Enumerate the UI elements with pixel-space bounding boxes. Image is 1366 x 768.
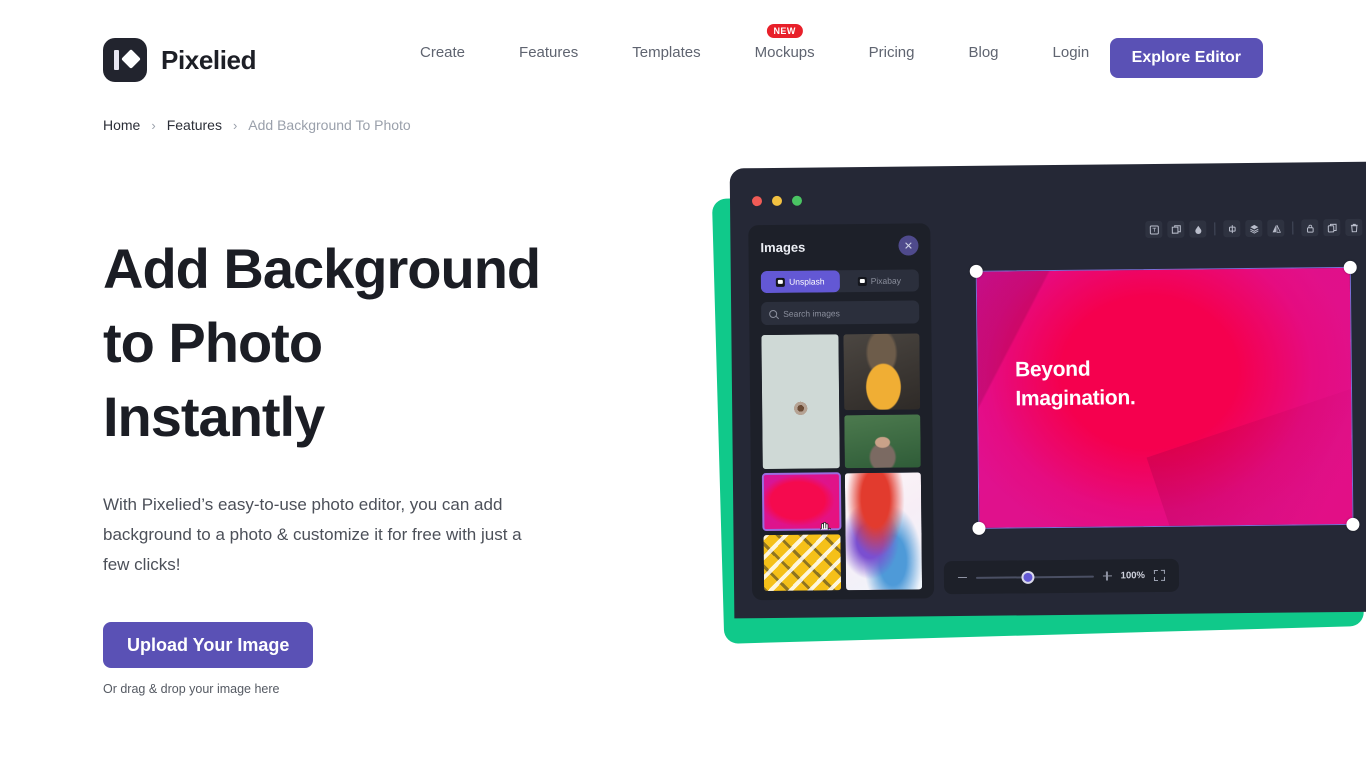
breadcrumb-item-features[interactable]: Features [167, 117, 222, 133]
logo-diamond-shape [121, 49, 141, 69]
yellow-pattern-thumbnail[interactable] [763, 534, 841, 592]
nav-label: Templates [632, 44, 701, 61]
search-input[interactable]: Search images [761, 300, 920, 326]
drag-drop-hint: Or drag & drop your image here [103, 682, 280, 696]
pink-gradient-thumbnail[interactable] [761, 472, 841, 532]
nav-item-login[interactable]: Login [1026, 44, 1117, 61]
site-header: Pixelied Create Features Templates NEW M… [0, 0, 1366, 118]
panel-title: Images [760, 239, 806, 255]
canvas-text-line-1: Beyond [1014, 358, 1091, 382]
tab-unsplash[interactable]: Unsplash [760, 270, 840, 294]
upload-your-image-button[interactable]: Upload Your Image [103, 622, 314, 668]
tab-pixabay[interactable]: Pixabay [840, 269, 919, 292]
nav-label: Mockups [754, 44, 815, 61]
nav-item-templates[interactable]: Templates [605, 44, 727, 61]
nav-item-features[interactable]: Features [492, 44, 605, 61]
minimize-window-dot[interactable] [771, 195, 783, 206]
grid-column-right [842, 333, 923, 599]
search-placeholder: Search images [783, 307, 840, 319]
zoom-level-value: 100% [1120, 570, 1146, 582]
title-line-3: Instantly [103, 385, 325, 448]
logo-bar-shape [114, 50, 119, 70]
explore-editor-button[interactable]: Explore Editor [1109, 38, 1263, 78]
nav-label: Create [420, 44, 466, 61]
toolbar-divider [1214, 222, 1216, 236]
nav-item-pricing[interactable]: Pricing [842, 44, 942, 61]
rainbow-gradient-thumbnail[interactable] [844, 472, 923, 591]
nav-item-blog[interactable]: Blog [942, 44, 1026, 61]
page-title: Add Background to Photo Instantly [103, 232, 623, 454]
resize-handle-bottom-right[interactable] [1346, 517, 1360, 531]
crop-icon[interactable] [1145, 220, 1163, 239]
title-line-2: to Photo [103, 311, 323, 374]
zoom-slider-handle[interactable] [1021, 570, 1035, 584]
resize-handle-bottom-left[interactable] [972, 521, 986, 535]
search-icon [769, 309, 778, 318]
editor-mockup: Images ✕ Unsplash Pixabay Search images [700, 150, 1366, 650]
window-traffic-lights [751, 195, 803, 207]
nav-label: Blog [968, 44, 999, 61]
fullscreen-icon[interactable] [1153, 569, 1166, 581]
flip-icon[interactable] [1267, 219, 1285, 237]
pancakes-thumbnail[interactable] [842, 333, 921, 411]
object-toolbar [1145, 218, 1363, 239]
zoom-slider[interactable] [975, 570, 1094, 584]
toolbar-divider [1292, 221, 1294, 235]
coffee-cup-thumbnail[interactable] [761, 334, 840, 470]
frame-icon[interactable] [1167, 220, 1185, 238]
zoom-control-bar: 100% [943, 558, 1180, 595]
chevron-right-icon: › [151, 117, 156, 133]
unsplash-icon [776, 277, 786, 287]
layers-icon[interactable] [1245, 219, 1263, 238]
resize-handle-top-right[interactable] [1343, 260, 1357, 274]
maximize-window-dot[interactable] [791, 195, 803, 206]
hero-description: With Pixelied’s easy-to-use photo editor… [103, 495, 522, 574]
tab-label: Pixabay [870, 275, 902, 286]
breadcrumb-item-current: Add Background To Photo [248, 117, 411, 133]
pixelied-logo-icon [103, 38, 147, 82]
breadcrumb-item-home[interactable]: Home [103, 117, 140, 133]
pixabay-icon [857, 276, 867, 286]
title-line-1: Add Background [103, 237, 541, 300]
images-panel: Images ✕ Unsplash Pixabay Search images [748, 223, 935, 601]
lock-icon[interactable] [1301, 219, 1319, 237]
opacity-droplet-icon[interactable] [1189, 220, 1207, 238]
nav-label: Features [519, 44, 579, 61]
tab-label: Unsplash [789, 276, 825, 287]
close-window-dot[interactable] [751, 196, 763, 207]
delete-icon[interactable] [1345, 218, 1363, 236]
main-navigation: Create Features Templates NEW Mockups Pr… [420, 24, 1117, 61]
plus-icon[interactable] [1103, 571, 1112, 580]
nav-item-create[interactable]: Create [420, 44, 492, 61]
nav-label: Pricing [868, 44, 915, 61]
close-icon[interactable]: ✕ [898, 235, 919, 256]
hero-content: Add Background to Photo Instantly With P… [103, 232, 623, 696]
hand-cursor-icon [819, 521, 831, 531]
panel-header: Images ✕ [760, 235, 919, 257]
canvas-selection[interactable]: Beyond Imagination. [969, 260, 1360, 535]
brand-logo-link[interactable]: Pixelied [103, 38, 256, 82]
canvas-text-layer[interactable]: Beyond Imagination. [1015, 355, 1136, 414]
nav-item-mockups[interactable]: NEW Mockups [728, 24, 842, 61]
chevron-right-icon: › [232, 117, 238, 133]
brand-name: Pixelied [161, 44, 257, 75]
minus-icon[interactable] [957, 576, 967, 579]
canvas-text-line-2: Imagination. [1015, 386, 1136, 411]
editor-window: Images ✕ Unsplash Pixabay Search images [729, 161, 1366, 619]
grid-column-left [761, 334, 841, 600]
new-badge: NEW [766, 24, 803, 38]
breadcrumb: Home › Features › Add Background To Phot… [103, 117, 411, 133]
image-source-tabs: Unsplash Pixabay [760, 269, 919, 294]
nav-label: Login [1052, 44, 1090, 61]
image-results-grid [761, 333, 923, 600]
woman-in-greenery-thumbnail[interactable] [843, 414, 921, 469]
resize-handle-top-left[interactable] [969, 264, 983, 278]
duplicate-icon[interactable] [1323, 219, 1341, 237]
align-icon[interactable] [1223, 220, 1241, 238]
